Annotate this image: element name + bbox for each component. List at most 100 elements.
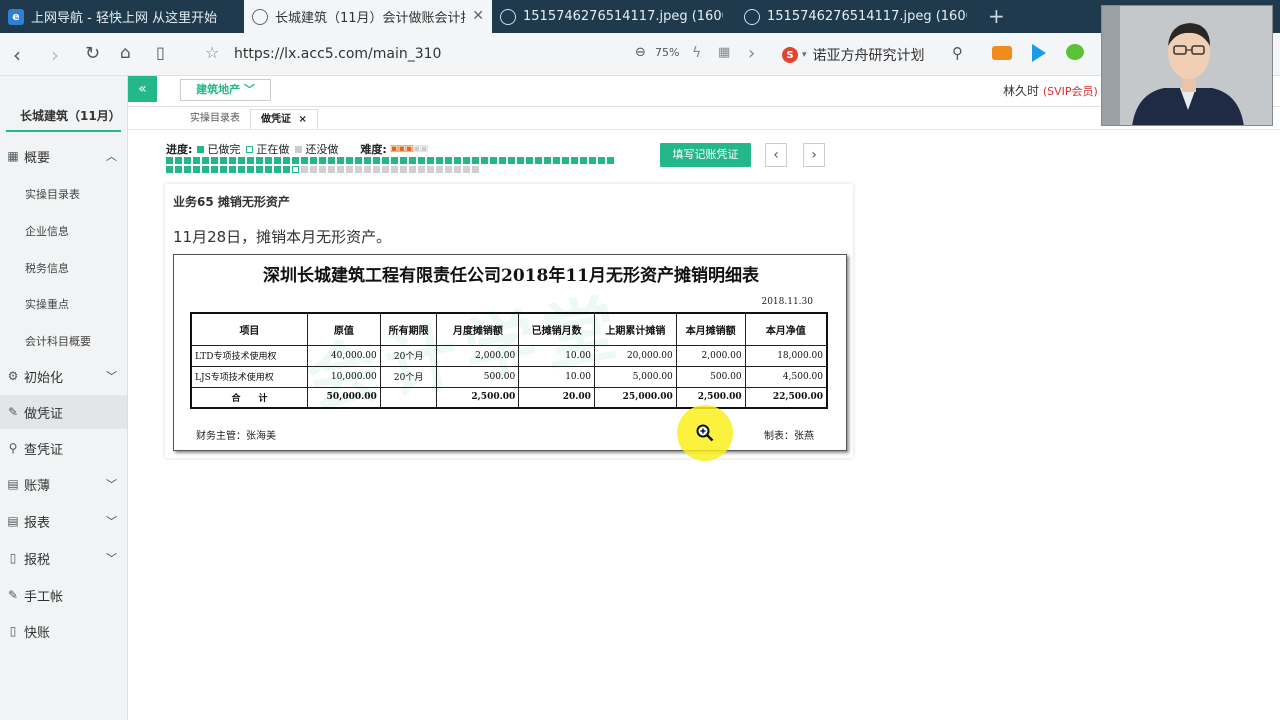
progress-cell[interactable]	[445, 166, 452, 173]
progress-cell[interactable]	[382, 157, 389, 164]
prev-task-button[interactable]: ‹	[765, 143, 787, 167]
lightning-icon[interactable]: ϟ	[692, 45, 701, 61]
progress-cell[interactable]	[193, 166, 200, 173]
progress-cell[interactable]	[328, 166, 335, 173]
progress-cell[interactable]	[247, 166, 254, 173]
progress-cell[interactable]	[337, 166, 344, 173]
user-info[interactable]: 林久时 (SVIP会员)	[1003, 82, 1098, 99]
progress-cell[interactable]	[373, 157, 380, 164]
progress-cell[interactable]	[175, 157, 182, 164]
progress-cell[interactable]	[265, 166, 272, 173]
back-icon[interactable]: ‹	[13, 43, 21, 67]
progress-cell[interactable]	[364, 166, 371, 173]
progress-cell[interactable]	[211, 166, 218, 173]
sidebar-item-ledger[interactable]: ▤ 账薄 ﹀	[0, 467, 127, 501]
star-icon[interactable]: ☆	[205, 43, 219, 62]
progress-cell[interactable]	[310, 157, 317, 164]
sidebar-subitem-key-points[interactable]: 实操重点	[25, 296, 69, 312]
progress-cell[interactable]	[535, 157, 542, 164]
url-field[interactable]: https://lx.acc5.com/main_310	[234, 46, 441, 62]
progress-cell[interactable]	[445, 157, 452, 164]
progress-cell[interactable]	[409, 166, 416, 173]
zoom-icon[interactable]: ⊖	[635, 45, 646, 60]
progress-cell[interactable]	[283, 166, 290, 173]
progress-cell[interactable]	[202, 157, 209, 164]
progress-cell[interactable]	[184, 157, 191, 164]
progress-cell[interactable]	[472, 166, 479, 173]
progress-cell[interactable]	[256, 157, 263, 164]
progress-cell[interactable]	[310, 166, 317, 173]
sidebar-item-tax[interactable]: ▯ 报税 ﹀	[0, 541, 127, 575]
progress-cell[interactable]	[256, 166, 263, 173]
video-icon[interactable]	[992, 46, 1012, 60]
progress-cell[interactable]	[238, 166, 245, 173]
sidebar-item-reports[interactable]: ▤ 报表 ﹀	[0, 504, 127, 538]
progress-cell[interactable]	[166, 157, 173, 164]
progress-cell[interactable]	[193, 157, 200, 164]
zoom-level[interactable]: 75%	[655, 46, 679, 59]
progress-cell[interactable]	[571, 157, 578, 164]
reload-icon[interactable]: ↻	[85, 43, 100, 64]
progress-cell[interactable]	[436, 166, 443, 173]
progress-cell[interactable]	[301, 157, 308, 164]
company-select[interactable]: 建筑地产 ﹀	[180, 79, 271, 101]
progress-cell[interactable]	[229, 157, 236, 164]
collapse-sidebar-button[interactable]: «	[128, 76, 157, 102]
browser-tab-3[interactable]: 1515746276514117.jpeg (1600×10	[736, 0, 980, 33]
sidebar-subitem-company-info[interactable]: 企业信息	[25, 223, 69, 239]
progress-cell[interactable]	[355, 157, 362, 164]
progress-cell[interactable]	[274, 157, 281, 164]
progress-cell[interactable]	[229, 166, 236, 173]
progress-cell[interactable]	[490, 157, 497, 164]
progress-cell[interactable]	[184, 166, 191, 173]
search-engine-box[interactable]: S ▾ 诺亚方舟研究计划	[782, 45, 925, 65]
progress-cell[interactable]	[238, 157, 245, 164]
progress-cell[interactable]	[463, 166, 470, 173]
progress-cell[interactable]	[175, 166, 182, 173]
progress-cell[interactable]	[220, 157, 227, 164]
fill-voucher-button[interactable]: 填写记账凭证	[660, 143, 751, 167]
progress-cell[interactable]	[319, 157, 326, 164]
progress-cell[interactable]	[337, 157, 344, 164]
progress-cell[interactable]	[454, 166, 461, 173]
sidebar-item-make-voucher[interactable]: ✎ 做凭证	[0, 395, 127, 429]
progress-cell[interactable]	[301, 166, 308, 173]
progress-cell[interactable]	[283, 157, 290, 164]
progress-cell[interactable]	[166, 166, 173, 173]
next-task-button[interactable]: ›	[803, 143, 825, 167]
sidebar-item-quick-account[interactable]: ▯ 快账	[0, 614, 127, 648]
progress-cell[interactable]	[373, 166, 380, 173]
progress-cell[interactable]	[463, 157, 470, 164]
reading-list-icon[interactable]: ▯	[156, 43, 165, 62]
progress-cell[interactable]	[265, 157, 272, 164]
tab-make-voucher[interactable]: 做凭证 ×	[250, 109, 318, 129]
sidebar-item-init[interactable]: ⚙ 初始化 ﹀	[0, 359, 127, 393]
amortization-document-image[interactable]: 会计学堂 深圳长城建筑工程有限责任公司2018年11月无形资产摊销明细表 201…	[173, 254, 847, 451]
sidebar-subitem-catalog[interactable]: 实操目录表	[25, 186, 80, 202]
progress-cell[interactable]	[409, 157, 416, 164]
search-icon[interactable]: ⚲	[952, 44, 963, 62]
progress-cell[interactable]	[328, 157, 335, 164]
progress-cell[interactable]	[562, 157, 569, 164]
progress-cell[interactable]	[508, 157, 515, 164]
progress-cell[interactable]	[427, 166, 434, 173]
progress-cell[interactable]	[598, 157, 605, 164]
tab-catalog[interactable]: 实操目录表	[180, 109, 250, 129]
close-icon[interactable]: ✕	[472, 8, 484, 24]
qr-code-icon[interactable]: ▦	[718, 45, 730, 60]
progress-cell[interactable]	[400, 157, 407, 164]
progress-cell[interactable]	[553, 157, 560, 164]
progress-cell[interactable]	[436, 157, 443, 164]
sidebar-item-overview[interactable]: ▦ 概要 ︿	[0, 139, 127, 173]
progress-cell[interactable]	[472, 157, 479, 164]
progress-cell[interactable]	[202, 166, 209, 173]
progress-cell[interactable]	[319, 166, 326, 173]
progress-cell[interactable]	[346, 166, 353, 173]
progress-cell[interactable]	[364, 157, 371, 164]
zoom-in-cursor-icon[interactable]	[677, 405, 733, 461]
sidebar-subitem-tax-info[interactable]: 税务信息	[25, 260, 69, 276]
progress-cell[interactable]	[292, 157, 299, 164]
progress-cell[interactable]	[418, 157, 425, 164]
browser-tab-0[interactable]: e 上网导航 - 轻快上网 从这里开始	[0, 0, 244, 33]
progress-cell[interactable]	[607, 157, 614, 164]
